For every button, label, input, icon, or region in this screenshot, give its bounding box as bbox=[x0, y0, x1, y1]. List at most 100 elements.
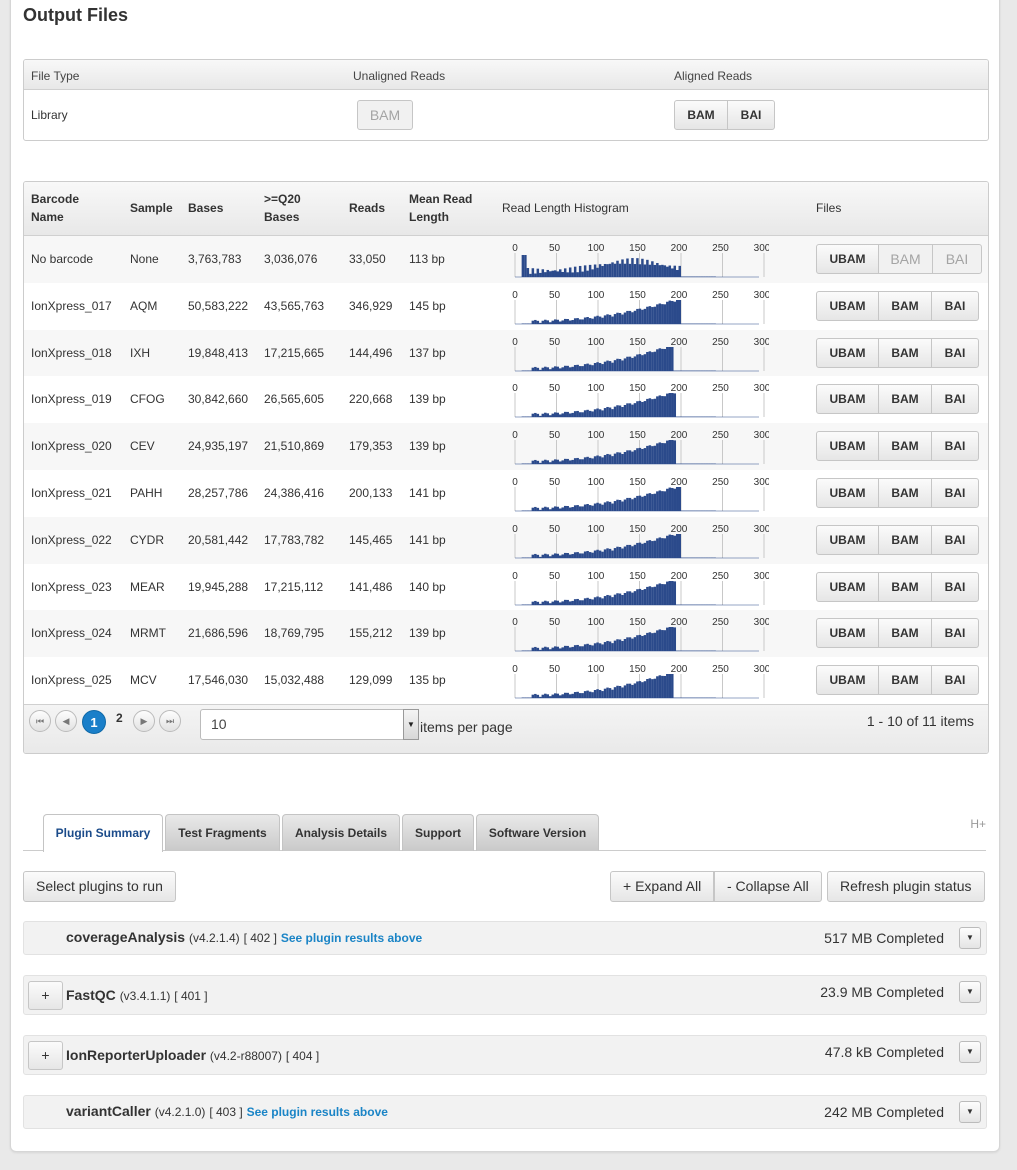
column-barcode-name[interactable]: Barcode Name bbox=[31, 190, 111, 226]
ubam-download-button[interactable]: UBAM bbox=[816, 477, 879, 508]
tab-analysis-details[interactable]: Analysis Details bbox=[282, 814, 400, 851]
expand-all-button[interactable]: + Expand All bbox=[610, 871, 715, 902]
histogram-bar bbox=[536, 507, 540, 511]
histogram-bar bbox=[554, 270, 557, 277]
table-row: IonXpress_020 CEV 24,935,197 21,510,869 179,… bbox=[24, 423, 988, 470]
bam-download-button[interactable]: BAM bbox=[878, 477, 932, 508]
tab-plugin-summary[interactable]: Plugin Summary bbox=[43, 814, 163, 852]
bam-download-button[interactable]: BAM bbox=[878, 524, 932, 555]
histogram-bar bbox=[586, 316, 589, 324]
column-q20-bases[interactable]: >=Q20 Bases bbox=[264, 190, 324, 226]
histogram-tick-label: 0 bbox=[512, 617, 518, 628]
table-row: IonXpress_017 AQM 50,583,222 43,565,763 346,… bbox=[24, 283, 988, 330]
first-page-icon[interactable]: ⏮ bbox=[29, 710, 51, 732]
column-mean-read-length[interactable]: Mean Read Length bbox=[409, 190, 489, 226]
bai-download-button[interactable]: BAI bbox=[931, 618, 979, 649]
plugin-results-link[interactable]: See plugin results above bbox=[247, 1105, 388, 1119]
select-plugins-button[interactable]: Select plugins to run bbox=[23, 871, 176, 902]
ubam-download-button[interactable]: UBAM bbox=[816, 337, 879, 368]
bai-download-button[interactable]: BAI bbox=[931, 524, 979, 555]
bases-value: 17,546,030 bbox=[188, 673, 249, 688]
column-file-type: File Type bbox=[31, 69, 80, 83]
plugin-results-link[interactable]: See plugin results above bbox=[281, 931, 422, 945]
ubam-download-button[interactable]: UBAM bbox=[816, 290, 879, 321]
histogram-bar bbox=[598, 456, 602, 465]
histogram-bar bbox=[638, 308, 642, 324]
histogram-bar bbox=[661, 676, 664, 699]
bai-download-button[interactable]: BAI bbox=[931, 337, 979, 368]
chevron-down-icon[interactable]: ▼ bbox=[959, 1101, 981, 1123]
column-bases[interactable]: Bases bbox=[188, 199, 223, 217]
aligned-bam-button[interactable]: BAM bbox=[674, 100, 728, 130]
expand-plugin-button[interactable]: + bbox=[28, 1041, 63, 1070]
histogram-bar bbox=[593, 362, 597, 371]
bam-download-button[interactable]: BAM bbox=[878, 665, 932, 696]
chevron-down-icon[interactable]: ▼ bbox=[403, 709, 419, 740]
bai-download-button[interactable]: BAI bbox=[931, 477, 979, 508]
next-page-icon[interactable]: ▶ bbox=[133, 710, 155, 732]
bai-download-button[interactable]: BAI bbox=[932, 244, 982, 274]
histogram-bar bbox=[628, 497, 632, 511]
aligned-bai-button[interactable]: BAI bbox=[727, 100, 775, 130]
refresh-plugin-status-button[interactable]: Refresh plugin status bbox=[827, 871, 985, 902]
histogram-bar bbox=[556, 506, 559, 511]
plugin-row-coverage-analysis: coverageAnalysis (v4.2.1.4) [ 402 ] See … bbox=[23, 921, 987, 955]
histogram-bar bbox=[653, 399, 657, 418]
barcode-name: IonXpress_022 bbox=[31, 532, 112, 547]
page-2-link[interactable]: 2 bbox=[116, 711, 123, 725]
tab-test-fragments[interactable]: Test Fragments bbox=[165, 814, 280, 851]
bai-download-button[interactable]: BAI bbox=[931, 384, 979, 415]
file-buttons: UBAM BAM BAI bbox=[816, 477, 979, 508]
collapse-all-button[interactable]: - Collapse All bbox=[714, 871, 822, 902]
histogram-bar bbox=[678, 533, 681, 558]
bam-download-button[interactable]: BAM bbox=[878, 571, 932, 602]
histogram-bar bbox=[536, 268, 540, 277]
column-reads[interactable]: Reads bbox=[349, 199, 385, 217]
last-page-icon[interactable]: ⏭ bbox=[159, 710, 181, 732]
column-read-length-histogram: Read Length Histogram bbox=[502, 201, 629, 215]
ubam-download-button[interactable]: UBAM bbox=[816, 618, 879, 649]
histogram-bar bbox=[549, 509, 552, 511]
bam-download-button[interactable]: BAM bbox=[878, 337, 932, 368]
histogram-bar bbox=[641, 543, 644, 558]
column-sample[interactable]: Sample bbox=[130, 199, 173, 217]
chevron-down-icon[interactable]: ▼ bbox=[959, 981, 981, 1003]
ubam-download-button[interactable]: UBAM bbox=[816, 665, 879, 696]
bam-download-button[interactable]: BAM bbox=[878, 384, 932, 415]
bai-download-button[interactable]: BAI bbox=[931, 665, 979, 696]
bai-download-button[interactable]: BAI bbox=[931, 571, 979, 602]
histogram-bar bbox=[618, 452, 622, 465]
tab-support[interactable]: Support bbox=[402, 814, 474, 851]
histogram-bar bbox=[546, 554, 550, 558]
bam-download-button[interactable]: BAM bbox=[878, 290, 932, 321]
ubam-download-button[interactable]: UBAM bbox=[816, 571, 879, 602]
tab-software-version[interactable]: Software Version bbox=[476, 814, 599, 851]
chevron-down-icon[interactable]: ▼ bbox=[959, 1041, 981, 1063]
histogram-tick-label: 200 bbox=[671, 571, 688, 582]
ubam-download-button[interactable]: UBAM bbox=[816, 524, 879, 555]
bai-download-button[interactable]: BAI bbox=[931, 290, 979, 321]
histogram-tick-label: 150 bbox=[629, 617, 646, 628]
h-plus-link[interactable]: H+ bbox=[970, 817, 986, 831]
sample-name: IXH bbox=[130, 345, 151, 360]
items-per-page-select[interactable]: 10 ▼ bbox=[200, 709, 419, 740]
ubam-download-button[interactable]: UBAM bbox=[816, 244, 879, 274]
chevron-down-icon[interactable]: ▼ bbox=[959, 927, 981, 949]
bam-download-button[interactable]: BAM bbox=[878, 244, 933, 274]
ubam-download-button[interactable]: UBAM bbox=[816, 384, 879, 415]
ubam-download-button[interactable]: UBAM bbox=[816, 431, 879, 462]
current-page[interactable]: 1 bbox=[82, 710, 106, 734]
histogram-bar bbox=[641, 258, 644, 277]
bai-download-button[interactable]: BAI bbox=[931, 431, 979, 462]
expand-plugin-button[interactable]: + bbox=[28, 981, 63, 1010]
histogram-bar bbox=[628, 263, 632, 277]
histogram-bar bbox=[616, 405, 619, 418]
histogram-bar bbox=[529, 323, 532, 324]
histogram-bar bbox=[596, 549, 599, 558]
histogram-bar bbox=[524, 255, 527, 277]
unaligned-bam-button[interactable]: BAM bbox=[357, 100, 413, 130]
prev-page-icon[interactable]: ◀ bbox=[55, 710, 77, 732]
bam-download-button[interactable]: BAM bbox=[878, 431, 932, 462]
bam-download-button[interactable]: BAM bbox=[878, 618, 932, 649]
histogram-bar bbox=[671, 440, 674, 465]
